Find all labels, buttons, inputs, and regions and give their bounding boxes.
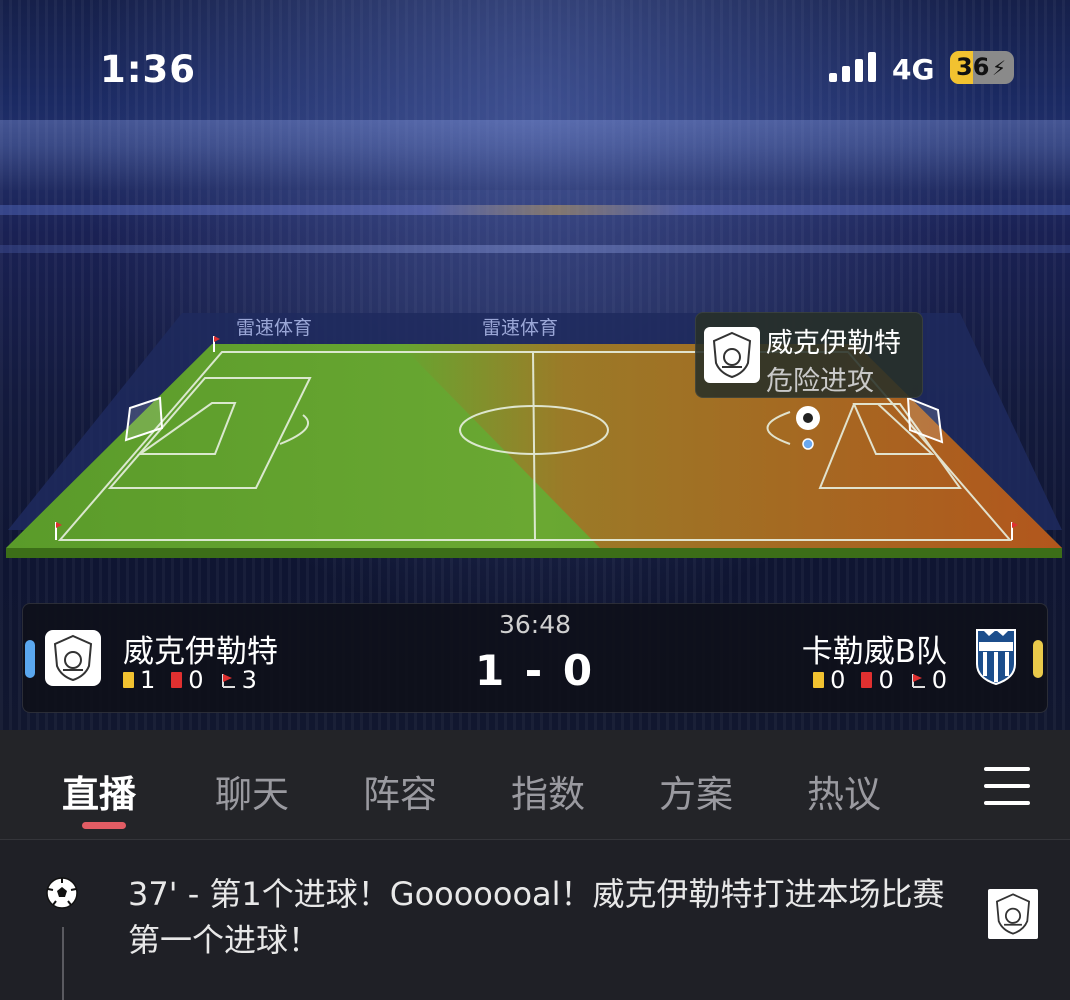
- tab-plans[interactable]: 方案: [659, 764, 733, 818]
- stadium-header: 1:36 4G 36 ⚡ 雷速体育 雷速体育 威克伊勒特 危险进攻 威克伊勒特 …: [0, 0, 1070, 730]
- yellow-card-icon: [813, 672, 825, 688]
- tab-lineup[interactable]: 阵容: [363, 764, 437, 818]
- tab-chat[interactable]: 聊天: [215, 764, 289, 818]
- live-feed: 37' - 第1个进球！Gooooooal！威克伊勒特打进本场比赛第一个进球！: [0, 841, 1070, 1000]
- away-stats: 0 0 0: [813, 666, 947, 694]
- away-team-name: 卡勒威B队: [801, 634, 947, 670]
- battery-icon: 36 ⚡: [950, 51, 1014, 84]
- away-team-logo[interactable]: [975, 628, 1017, 686]
- battery-level: 36: [956, 53, 990, 81]
- scoreboard[interactable]: 威克伊勒特 1 0 3 36:48 1 - 0 卡勒威B队 0 0 0: [22, 603, 1048, 713]
- tab-discussion[interactable]: 热议: [807, 764, 881, 818]
- away-yellow-count: 0: [830, 666, 846, 694]
- menu-icon[interactable]: [984, 767, 1030, 805]
- away-color-marker: [1033, 640, 1043, 678]
- tab-live[interactable]: 直播: [62, 764, 136, 818]
- attack-tooltip: 威克伊勒特 危险进攻: [695, 312, 923, 398]
- attack-team-name: 威克伊勒特: [766, 328, 901, 359]
- tab-odds[interactable]: 指数: [511, 764, 585, 818]
- tab-bar: 直播 聊天 阵容 指数 方案 热议: [0, 730, 1070, 840]
- signal-icon: [829, 52, 877, 82]
- timeline-line: [62, 927, 64, 1000]
- red-card-icon: [861, 672, 873, 688]
- charging-icon: ⚡: [992, 56, 1007, 80]
- soccer-ball-icon: [46, 877, 78, 909]
- stand-ring: [0, 205, 1070, 215]
- sponsor-board-2: 雷速体育: [482, 317, 558, 339]
- event-team-logo: [988, 889, 1038, 939]
- status-time: 1:36: [100, 48, 197, 91]
- away-corner-count: 0: [931, 666, 947, 694]
- stand-ring-lower: [0, 245, 1070, 253]
- home-team-logo: [704, 327, 760, 383]
- stand-upper: [0, 120, 1070, 190]
- network-type: 4G: [892, 53, 935, 86]
- corner-flag-icon: [911, 674, 925, 688]
- event-text: 37' - 第1个进球！Gooooooal！威克伊勒特打进本场比赛第一个进球！: [128, 875, 945, 959]
- active-tab-indicator: [82, 822, 126, 829]
- away-red-count: 0: [878, 666, 894, 694]
- attack-status: 危险进攻: [766, 366, 874, 397]
- sponsor-board-1: 雷速体育: [236, 317, 312, 339]
